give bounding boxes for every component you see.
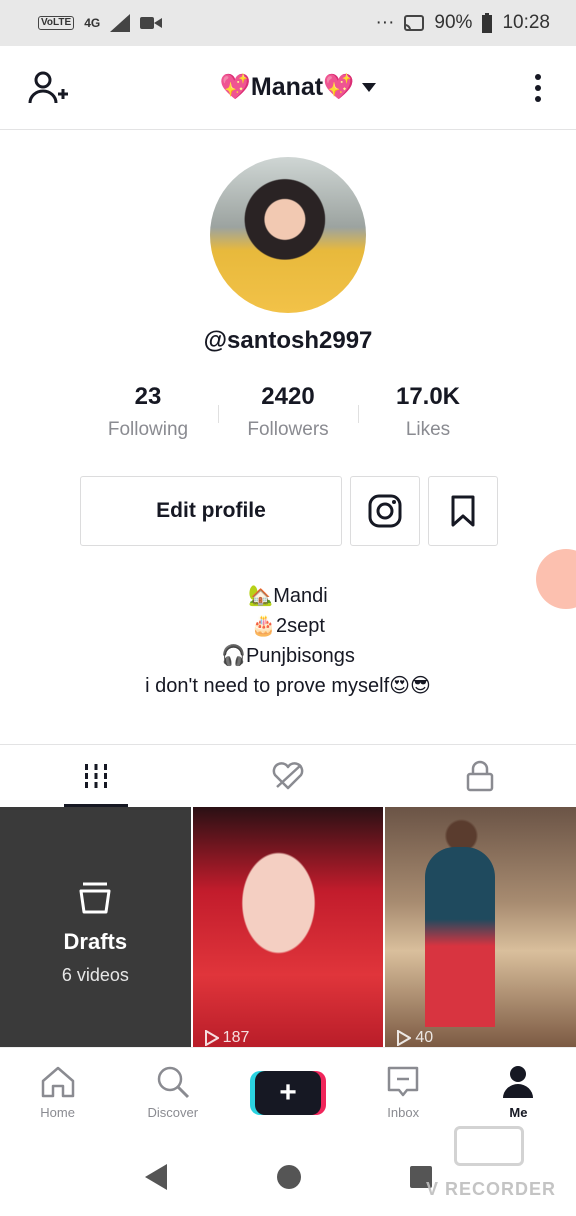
nav-home[interactable]: Home: [0, 1048, 115, 1137]
home-circle-icon[interactable]: [276, 1164, 302, 1190]
nav-label: Home: [40, 1105, 75, 1120]
stat-label: Followers: [247, 419, 329, 440]
profile-bio: 🏡Mandi 🎂2sept 🎧Punjbisongs i don't need …: [0, 581, 576, 701]
account-switcher[interactable]: 💖Manat💖: [220, 73, 377, 102]
stat-label: Likes: [405, 419, 451, 440]
stat-label: Following: [107, 419, 189, 440]
drafts-title: Drafts: [63, 928, 128, 954]
nav-inbox[interactable]: Inbox: [346, 1048, 461, 1137]
profile-actions: Edit profile: [80, 476, 498, 546]
volte-indicator: VoLTE: [38, 16, 75, 30]
battery-level: 90%: [434, 12, 473, 33]
drafts-tile[interactable]: Drafts 6 videos: [0, 807, 191, 1047]
search-icon: [157, 1066, 189, 1099]
instagram-icon: [368, 494, 402, 528]
play-icon: [204, 1030, 219, 1046]
view-count: 40: [397, 1029, 433, 1047]
video-thumbnail[interactable]: 187: [192, 807, 384, 1047]
video-grid: Drafts 6 videos 187 40: [0, 807, 576, 1047]
nav-label: Discover: [147, 1105, 199, 1120]
nav-label: Me: [509, 1105, 528, 1120]
drafts-icon: [79, 882, 111, 913]
nav-create[interactable]: +: [230, 1048, 345, 1137]
chevron-down-icon: [362, 82, 377, 92]
add-user-icon[interactable]: [28, 70, 68, 106]
instagram-button[interactable]: [350, 476, 420, 546]
favorites-button[interactable]: [428, 476, 498, 546]
play-icon: [397, 1030, 412, 1046]
tab-videos[interactable]: [0, 745, 192, 807]
profile-header: 💖Manat💖: [0, 46, 576, 130]
bookmark-icon: [451, 495, 475, 527]
home-icon: [41, 1066, 74, 1098]
recorder-watermark: V RECORDER: [425, 1179, 556, 1199]
view-count: 187: [204, 1029, 250, 1047]
more-icon[interactable]: [528, 73, 548, 102]
stat-following[interactable]: 23 Following: [78, 383, 218, 441]
battery-icon: [482, 13, 493, 33]
view-count-value: 40: [415, 1029, 434, 1046]
recorder-watermark-icon: [454, 1126, 524, 1166]
network-indicator: 4G: [84, 16, 101, 30]
stat-likes[interactable]: 17.0K Likes: [358, 383, 498, 441]
signal-icon: [110, 14, 131, 32]
content-tabs: [0, 744, 576, 807]
clock: 10:28: [502, 12, 550, 33]
drafts-count: 6 videos: [61, 964, 129, 985]
tab-liked[interactable]: [192, 745, 384, 807]
system-nav: V RECORDER: [0, 1126, 576, 1216]
status-bar: VoLTE 4G ··· 90% 10:28: [0, 0, 576, 46]
grid-icon: [83, 764, 109, 788]
profile-stats: 23 Following 2420 Followers 17.0K Likes: [78, 383, 498, 441]
view-count-value: 187: [222, 1029, 250, 1046]
account-name: 💖Manat💖: [219, 73, 355, 101]
status-right: ··· 90% 10:28: [375, 12, 550, 34]
stat-value: 17.0K: [395, 383, 461, 410]
nav-discover[interactable]: Discover: [115, 1048, 230, 1137]
edit-profile-button[interactable]: Edit profile: [80, 476, 342, 546]
bio-line: 🏡Mandi: [248, 585, 328, 607]
bio-line: 🎧Punjbisongs: [221, 645, 355, 667]
avatar[interactable]: [210, 157, 366, 313]
overflow-dots: ···: [375, 12, 395, 33]
bottom-nav: Home Discover + Inbox Me: [0, 1047, 576, 1137]
nav-label: Inbox: [387, 1105, 420, 1120]
bio-line: 🎂2sept: [251, 615, 325, 637]
stat-value: 2420: [261, 383, 315, 410]
person-icon: [503, 1066, 534, 1098]
hidden-heart-icon: [272, 762, 304, 790]
cast-icon: [404, 15, 425, 31]
status-left: VoLTE 4G: [38, 14, 163, 32]
stat-followers[interactable]: 2420 Followers: [218, 383, 358, 441]
video-thumbnail[interactable]: 40: [385, 807, 576, 1047]
bio-line: i don't need to prove myself😍😎: [145, 675, 431, 697]
video-camera-icon: [140, 17, 163, 29]
profile-handle: @santosh2997: [203, 327, 373, 354]
stat-value: 23: [134, 383, 162, 410]
back-icon[interactable]: [143, 1163, 169, 1191]
tab-private[interactable]: [384, 745, 576, 807]
inbox-icon: [387, 1066, 419, 1097]
nav-me[interactable]: Me: [461, 1048, 576, 1137]
plus-icon: +: [255, 1070, 321, 1115]
lock-icon: [466, 760, 494, 792]
